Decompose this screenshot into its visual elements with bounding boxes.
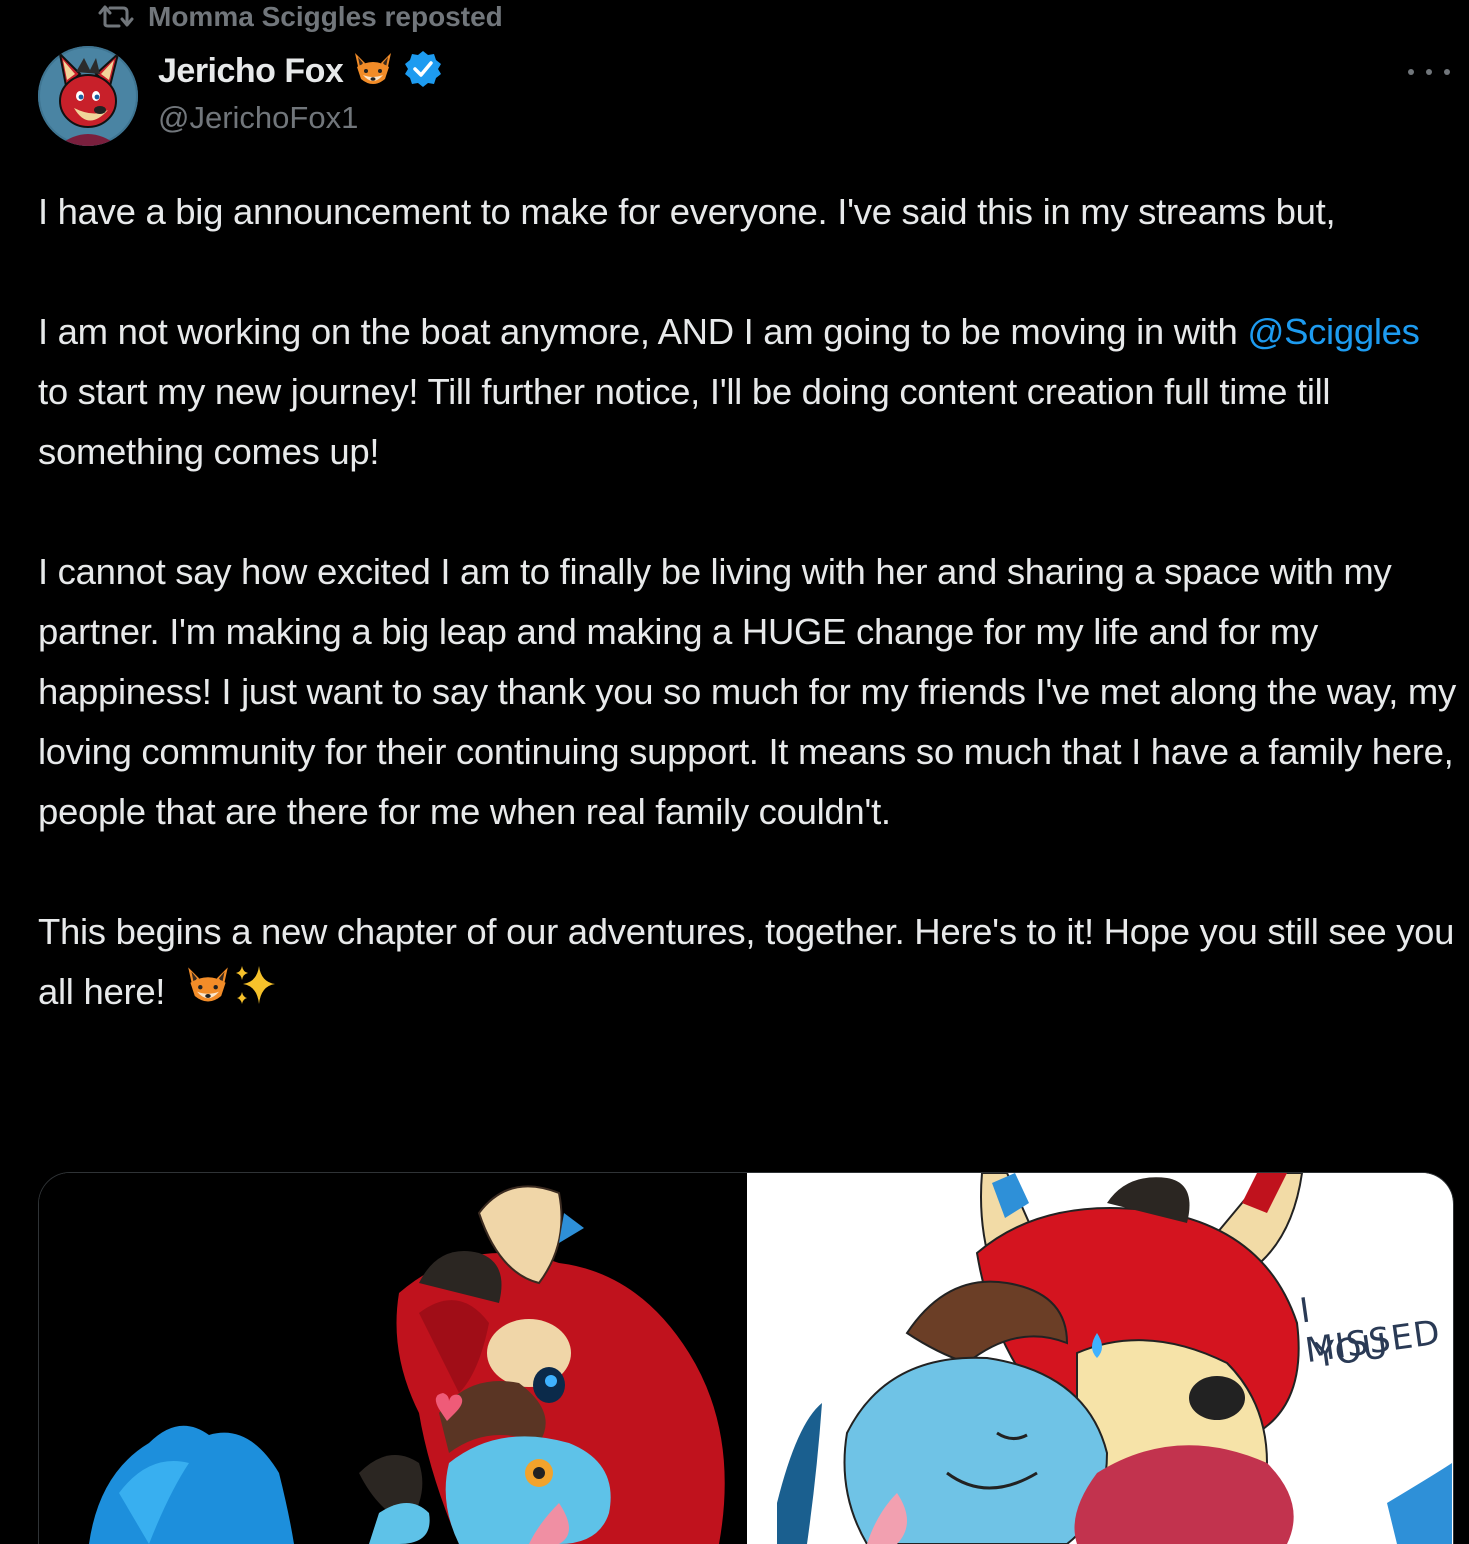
author-avatar[interactable] <box>38 46 138 146</box>
tweet-text: I have a big announcement to make for ev… <box>38 182 1458 1026</box>
repost-header[interactable]: Momma Sciggles reposted <box>98 0 503 34</box>
media-image-2[interactable]: I MISSED YOU <box>747 1173 1453 1544</box>
fox-face-icon <box>183 963 233 1025</box>
more-dot <box>1426 69 1432 75</box>
verified-badge-icon[interactable] <box>403 49 443 94</box>
tweet-paragraph-2-before: I am not working on the boat anymore, AN… <box>38 311 1248 352</box>
sparkles-icon <box>233 962 279 1026</box>
repost-icon <box>98 4 134 30</box>
more-options-button[interactable] <box>1408 60 1450 84</box>
more-dot <box>1444 69 1450 75</box>
tweet-paragraph-2-after: to start my new journey! Till further no… <box>38 371 1331 472</box>
tweet-paragraph-2: I am not working on the boat anymore, AN… <box>38 302 1458 482</box>
media-image-1[interactable] <box>39 1173 747 1544</box>
fox-face-icon <box>351 49 395 94</box>
mention-link[interactable]: @Sciggles <box>1247 311 1420 352</box>
author-name-row[interactable]: Jericho Fox <box>158 48 443 94</box>
author-display-name[interactable]: Jericho Fox <box>158 52 344 91</box>
tweet-paragraph-4: This begins a new chapter of our adventu… <box>38 902 1458 1026</box>
tweet-paragraph-1: I have a big announcement to make for ev… <box>38 191 1336 232</box>
media-grid: I MISSED YOU <box>38 1172 1454 1544</box>
more-dot <box>1408 69 1414 75</box>
tweet-paragraph-3: I cannot say how excited I am to finally… <box>38 551 1456 832</box>
author-handle[interactable]: @JerichoFox1 <box>158 100 358 136</box>
repost-label[interactable]: Momma Sciggles reposted <box>148 1 503 33</box>
